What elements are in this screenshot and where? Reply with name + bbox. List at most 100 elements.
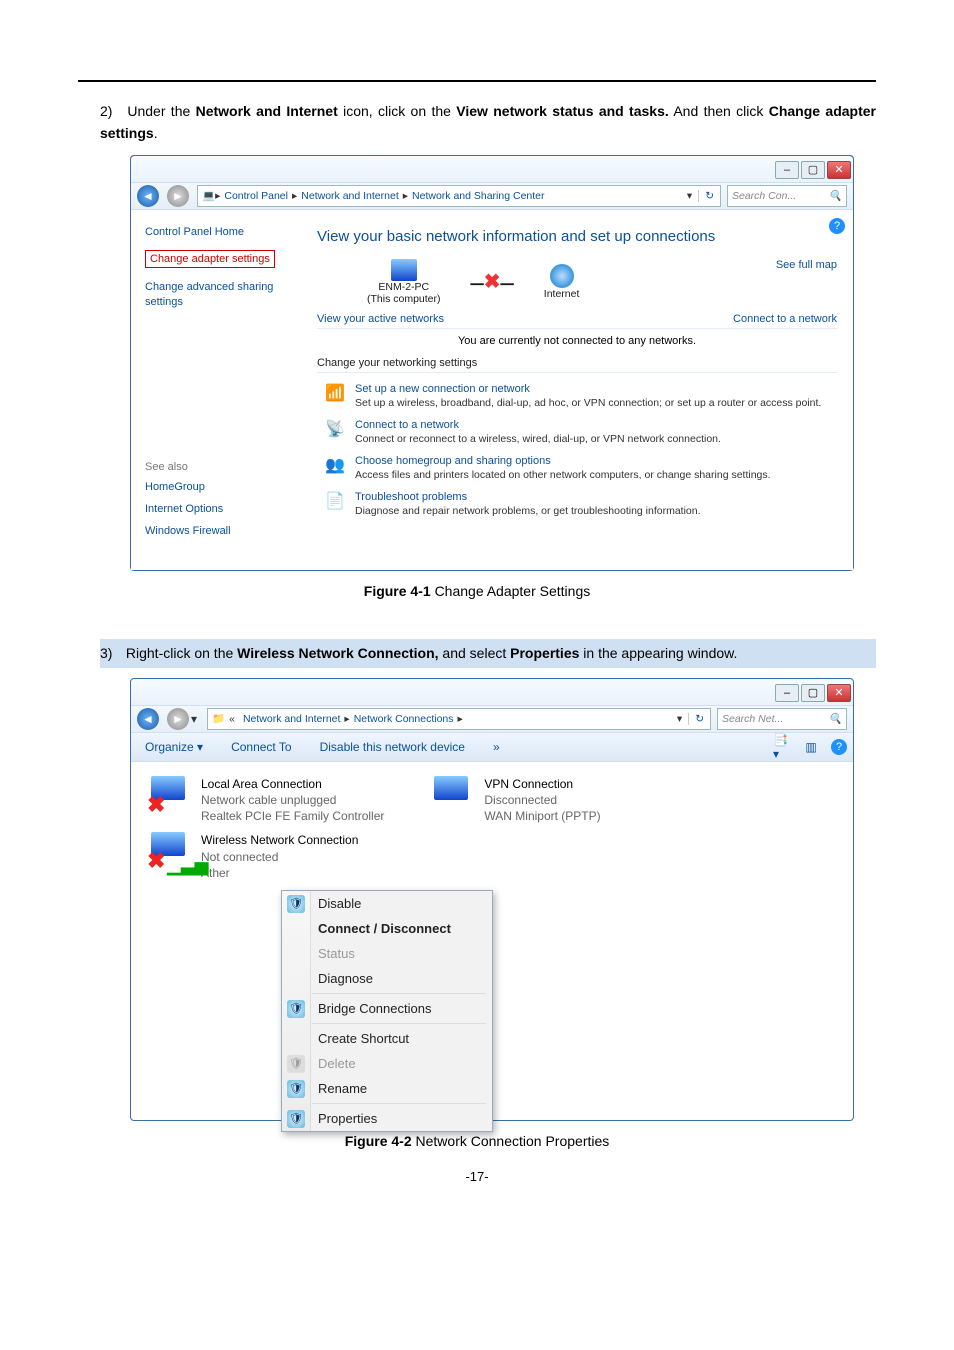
vpn-title: VPN Connection (484, 776, 600, 792)
cm-create-shortcut[interactable]: Create Shortcut (282, 1026, 492, 1051)
troubleshoot-icon: 📄 (325, 491, 345, 511)
desc-connect-to-a-network: Connect or reconnect to a wireless, wire… (355, 433, 721, 445)
pc-name: ENM-2-PC (367, 281, 441, 293)
pc-icon (391, 259, 417, 281)
wifi-status: Not connected (201, 849, 358, 865)
step-3-text-3: in the appearing window. (583, 645, 737, 661)
toolbar-disable-device[interactable]: Disable this network device (306, 740, 479, 754)
desc-setup-new-connection: Set up a wireless, broadband, dial-up, a… (355, 397, 821, 409)
connection-wireless[interactable]: ✖ ▁▃▅ Wireless Network Connection Not co… (151, 832, 839, 881)
close-button-2[interactable]: ✕ (827, 684, 851, 702)
link-setup-new-connection[interactable]: Set up a new connection or network (355, 383, 821, 395)
minimize-button[interactable]: – (775, 161, 799, 179)
step-3-number: 3) (100, 643, 122, 664)
step-2-bold-2: View network status and tasks. (456, 103, 669, 119)
wifi-device: Ather (201, 865, 358, 881)
breadcrumb-1[interactable]: Control Panel (220, 190, 292, 202)
wifi-bars-icon: ▁▃▅ (167, 855, 209, 876)
cm-disable[interactable]: 🛡Disable (282, 891, 492, 916)
disconnected-x-icon: ✖ (484, 271, 501, 293)
search-input-2[interactable]: Search Net... 🔍 (717, 708, 847, 730)
help-icon[interactable]: ? (829, 218, 845, 234)
toolbar-organize[interactable]: Organize ▾ (131, 740, 217, 754)
help-icon-2[interactable]: ? (829, 738, 849, 756)
minimize-button-2[interactable]: – (775, 684, 799, 702)
back-button[interactable]: ◄ (137, 185, 159, 207)
text-not-connected: You are currently not connected to any n… (317, 335, 837, 347)
lan-device: Realtek PCIe FE Family Controller (201, 808, 384, 824)
link-connect-to-network[interactable]: Connect to a network (733, 313, 837, 325)
figure-4-1-caption: Figure 4-1 Change Adapter Settings (0, 583, 954, 599)
cm-properties[interactable]: 🛡Properties (282, 1106, 492, 1131)
breadcrumb2-1[interactable]: Network and Internet (239, 713, 344, 725)
breadcrumb-2[interactable]: Network and Internet (297, 190, 402, 202)
search-input[interactable]: Search Con... 🔍 (727, 185, 847, 207)
wifi-x-icon: ✖ (147, 848, 165, 874)
vpn-device: WAN Miniport (PPTP) (484, 808, 600, 824)
context-menu: 🛡Disable Connect / Disconnect Status Dia… (281, 890, 493, 1132)
cm-rename[interactable]: 🛡Rename (282, 1076, 492, 1101)
dash-line: ━━ (471, 279, 484, 291)
link-connect-to-a-network[interactable]: Connect to a network (355, 419, 721, 431)
back-button-2[interactable]: ◄ (137, 708, 159, 730)
connection-vpn[interactable]: VPN Connection Disconnected WAN Miniport… (434, 776, 600, 825)
breadcrumb2-2[interactable]: Network Connections (350, 713, 458, 725)
lan-status: Network cable unplugged (201, 792, 384, 808)
search-placeholder: Search Con... (732, 190, 796, 202)
figure-4-2-caption: Figure 4-2 Network Connection Properties (0, 1133, 954, 1149)
internet-label: Internet (544, 288, 580, 300)
step-3-bold-1: Wireless Network Connection, (237, 645, 438, 661)
link-windows-firewall[interactable]: Windows Firewall (145, 525, 293, 537)
window-network-sharing-center: – ▢ ✕ ◄ ► 💻 ▸ Control Panel ▸ Network an… (130, 155, 854, 571)
shield-icon-5: 🛡 (287, 1110, 305, 1128)
cm-delete: 🛡Delete (282, 1051, 492, 1076)
toolbar: Organize ▾ Connect To Disable this netwo… (131, 733, 853, 762)
homegroup-icon: 👥 (325, 455, 345, 475)
cm-connect-disconnect[interactable]: Connect / Disconnect (282, 916, 492, 941)
forward-button[interactable]: ► (167, 185, 189, 207)
link-homegroup[interactable]: HomeGroup (145, 481, 293, 493)
address-bar[interactable]: 💻 ▸ Control Panel ▸ Network and Internet… (197, 185, 721, 207)
link-troubleshoot[interactable]: Troubleshoot problems (355, 491, 701, 503)
link-change-adapter-settings[interactable]: Change adapter settings (145, 250, 275, 268)
lan-title: Local Area Connection (201, 776, 384, 792)
preview-pane-icon[interactable]: ▥ (801, 738, 821, 756)
cm-diagnose[interactable]: Diagnose (282, 966, 492, 991)
maximize-button-2[interactable]: ▢ (801, 684, 825, 702)
desc-troubleshoot: Diagnose and repair network problems, or… (355, 505, 701, 517)
shield-icon-4: 🛡 (287, 1080, 305, 1098)
desc-homegroup-sharing: Access files and printers located on oth… (355, 469, 771, 481)
maximize-button[interactable]: ▢ (801, 161, 825, 179)
step-2-period: . (154, 125, 158, 141)
vpn-status: Disconnected (484, 792, 600, 808)
link-internet-options[interactable]: Internet Options (145, 503, 293, 515)
connection-local-area[interactable]: ✖ Local Area Connection Network cable un… (151, 776, 384, 825)
view-icon[interactable]: 📑▾ (773, 738, 793, 756)
link-change-advanced-sharing[interactable]: Change advanced sharing settings (145, 280, 293, 311)
link-see-full-map[interactable]: See full map (776, 259, 837, 271)
link-homegroup-sharing[interactable]: Choose homegroup and sharing options (355, 455, 771, 467)
connect-network-icon: 📡 (325, 419, 345, 439)
left-panel: Control Panel Home Change adapter settin… (131, 210, 303, 570)
toolbar-connect-to[interactable]: Connect To (217, 740, 306, 754)
close-button[interactable]: ✕ (827, 161, 851, 179)
window-network-connections: – ▢ ✕ ◄ ► ▾ 📁 « Network and Internet ▸ N… (130, 678, 854, 1121)
see-also-label: See also (145, 461, 293, 473)
heading-view-basic: View your basic network information and … (317, 228, 837, 245)
pc-sub: (This computer) (367, 293, 441, 305)
step-2-text-2: icon, click on the (343, 103, 456, 119)
shield-icon: 🛡 (287, 895, 305, 913)
link-control-panel-home[interactable]: Control Panel Home (145, 226, 293, 238)
forward-button-2[interactable]: ► (167, 708, 189, 730)
step-3-text-1: Right-click on the (126, 645, 237, 661)
wifi-title: Wireless Network Connection (201, 832, 358, 848)
search-placeholder-2: Search Net... (722, 713, 783, 725)
cm-bridge[interactable]: 🛡Bridge Connections (282, 996, 492, 1021)
step-2-bold-1: Network and Internet (196, 103, 338, 119)
toolbar-more[interactable]: » (479, 740, 514, 754)
address-bar-2[interactable]: 📁 « Network and Internet ▸ Network Conne… (207, 708, 711, 730)
step-2-text-3: And then click (673, 103, 768, 119)
breadcrumb-3[interactable]: Network and Sharing Center (408, 190, 549, 202)
label-change-networking-settings: Change your networking settings (317, 357, 837, 369)
setup-connection-icon: 📶 (325, 383, 345, 403)
